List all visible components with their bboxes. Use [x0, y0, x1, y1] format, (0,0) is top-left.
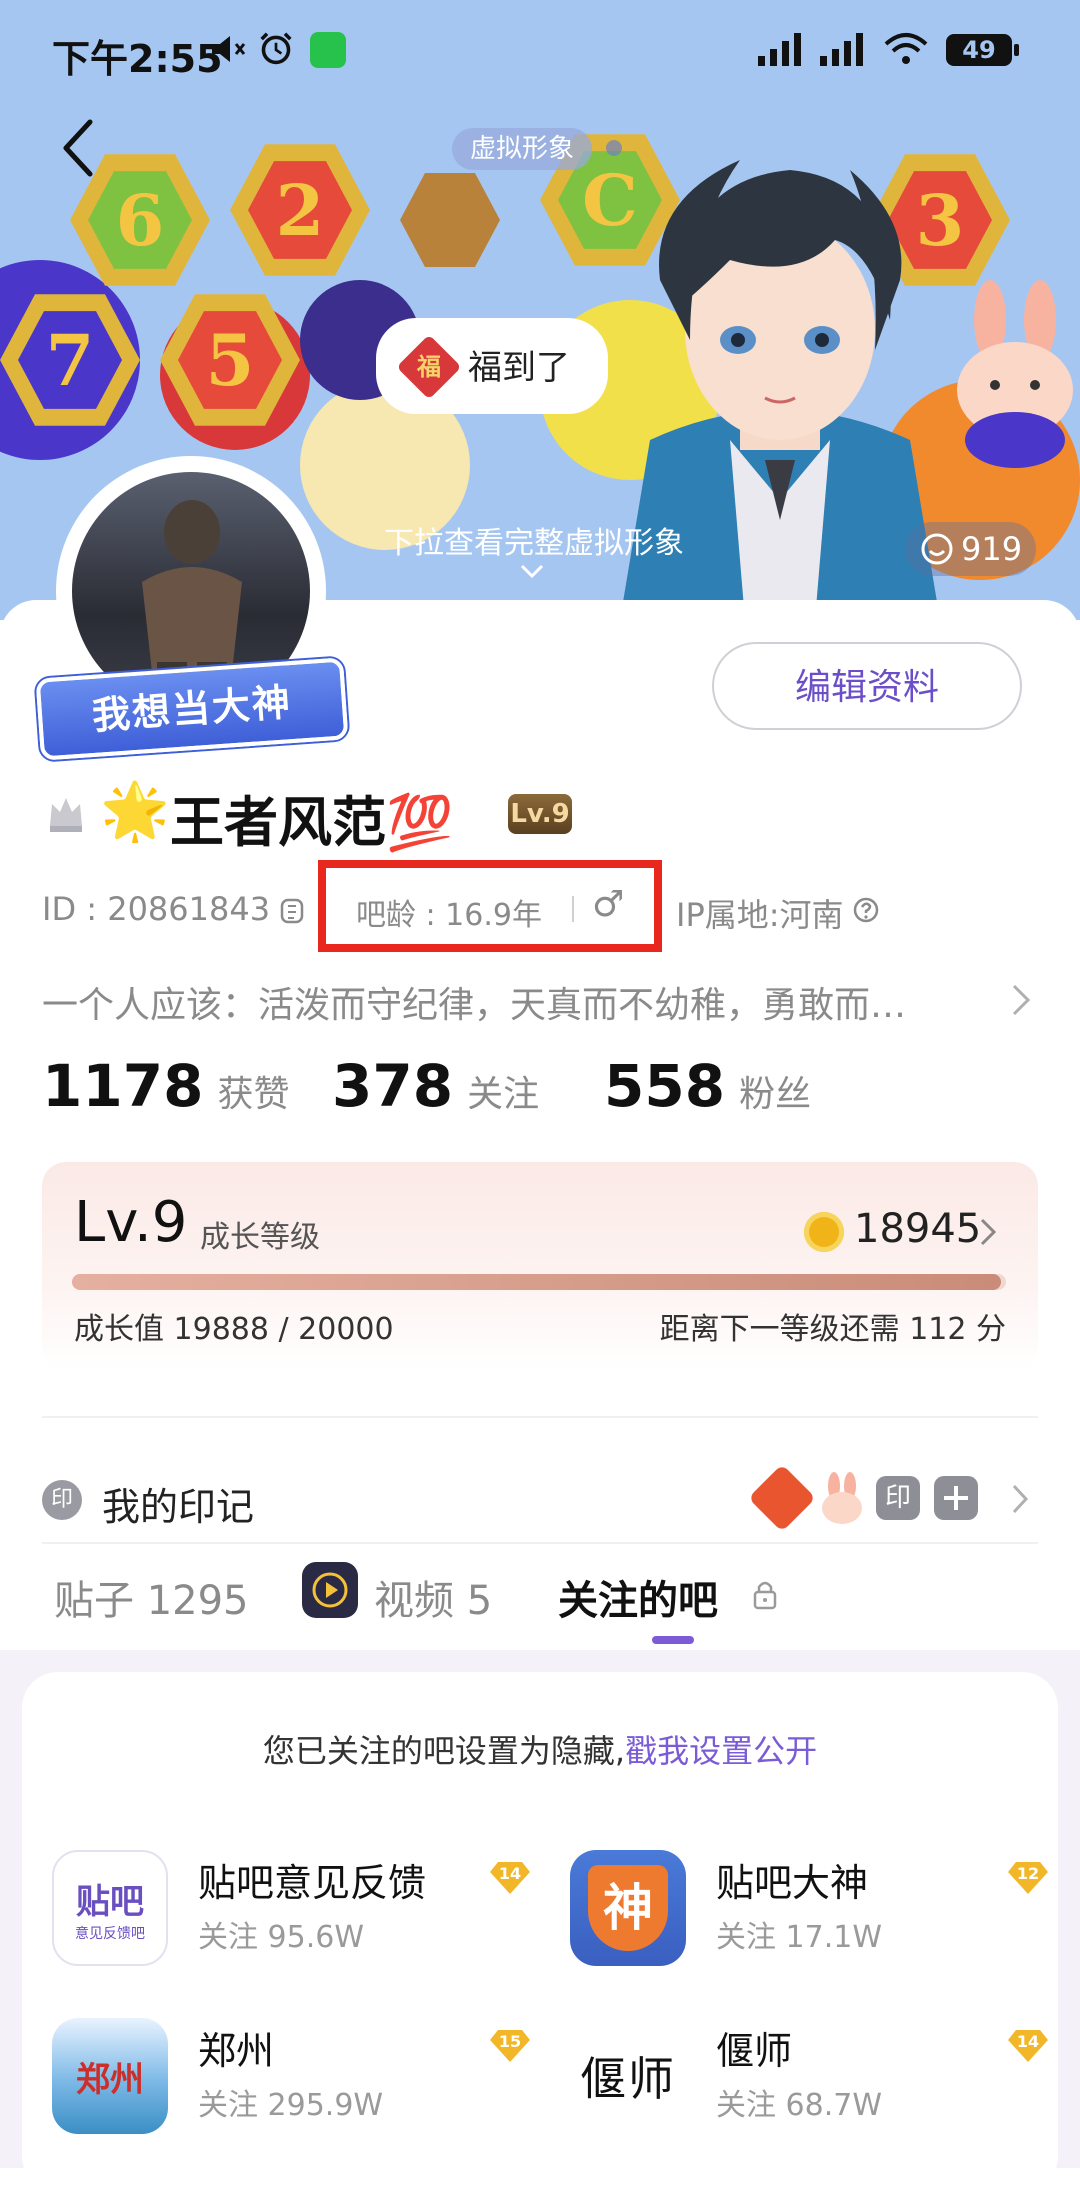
mark-badge-icon [748, 1464, 816, 1532]
bar-level-badge: 12 [1008, 1860, 1048, 1894]
stat-fans[interactable]: 558 粉丝 [604, 1052, 811, 1120]
bar-avatar: 贴吧 意见反馈吧 [52, 1850, 168, 1966]
bar-avatar: 神 [570, 1850, 686, 1966]
followed-bars-panel: 您已关注的吧设置为隐藏,戳我设置公开 贴吧 意见反馈吧 贴吧意见反馈 关注 95… [22, 1672, 1058, 2192]
alarm-icon [260, 32, 292, 65]
greeting-bubble[interactable]: 福 福到了 [376, 318, 608, 414]
edit-profile-button[interactable]: 编辑资料 [712, 642, 1022, 730]
bar-name: 郑州 [198, 2029, 275, 2073]
ip-location: IP属地:河南 [676, 896, 844, 934]
stat-likes[interactable]: 1178 获赞 [42, 1052, 289, 1120]
tab-active-indicator [652, 1636, 694, 1644]
stamp-icon: 印 [876, 1476, 920, 1520]
bar-follow-count: 关注 95.6W [198, 1920, 364, 1955]
wifi-icon [884, 33, 928, 64]
bar-item-zhengzhou[interactable]: 郑州 郑州 关注 295.9W 15 [52, 2018, 552, 2158]
lock-icon [753, 1581, 777, 1610]
level-tag: Lv.9 [508, 794, 572, 834]
mark-icon: 印 [42, 1480, 82, 1520]
bar-item-yanshi[interactable]: 偃师 偃师 关注 68.7W 14 [570, 2018, 1070, 2158]
greeting-text: 福到了 [468, 348, 570, 388]
tab-posts[interactable]: 贴子 1295 [54, 1568, 249, 1626]
bar-avatar: 偃师 [570, 2018, 686, 2134]
add-mark-icon[interactable] [934, 1476, 978, 1520]
tab-videos[interactable]: 视频 5 [374, 1568, 492, 1626]
set-public-link[interactable]: 戳我设置公开 [625, 1732, 817, 1770]
growth-level-card[interactable]: Lv.9 成长等级 18945 成长值 19888 / 20000 距离下一等级… [42, 1162, 1038, 1372]
bar-level-badge: 14 [1008, 2028, 1048, 2062]
chevron-right-icon[interactable] [1010, 982, 1032, 1018]
bar-name: 偃师 [716, 2029, 793, 2073]
like-count: 919 [961, 530, 1023, 568]
like-counter[interactable]: 919 [905, 522, 1037, 576]
bunny-mark-icon [822, 1472, 862, 1524]
user-id: ID : 20861843 [42, 890, 271, 928]
user-name: 王者风范💯 [170, 791, 454, 854]
battery-icon: 49 [946, 34, 1012, 66]
status-time: 下午2:55 [52, 37, 223, 81]
back-arrow-icon[interactable] [58, 118, 98, 178]
divider [42, 1542, 1038, 1544]
level-label: 成长等级 [200, 1220, 320, 1255]
star-emoji: 🌟 [100, 779, 170, 844]
bar-level-badge: 14 [490, 1860, 530, 1894]
badge-icon [400, 173, 500, 267]
growth-progress-fill [72, 1274, 1001, 1290]
my-marks-label: 我的印记 [102, 1485, 255, 1529]
chevron-down-icon [520, 564, 544, 579]
stat-following[interactable]: 378 关注 [332, 1052, 539, 1120]
mute-icon [212, 36, 246, 62]
coin-icon [804, 1212, 844, 1252]
next-level-hint: 距离下一等级还需 112 分 [659, 1312, 1006, 1347]
bar-item-feedback[interactable]: 贴吧 意见反馈吧 贴吧意见反馈 关注 95.6W 14 [52, 1850, 552, 1990]
coin-count: 18945 [854, 1206, 982, 1252]
copy-icon[interactable] [278, 894, 310, 926]
badge-icon: 2 [230, 144, 370, 276]
hidden-notice: 您已关注的吧设置为隐藏,戳我设置公开 [262, 1732, 818, 1770]
bar-follow-count: 关注 17.1W [716, 1920, 882, 1955]
bar-follow-count: 关注 295.9W [198, 2088, 384, 2123]
smile-icon [921, 533, 953, 565]
signal-icon [758, 33, 801, 66]
crown-icon [46, 790, 86, 834]
virtual-avatar-tag: 虚拟形象 [452, 128, 593, 170]
dot-indicator [606, 140, 622, 156]
wechat-icon [310, 32, 346, 68]
divider [42, 1416, 1038, 1418]
growth-value: 成长值 19888 / 20000 [74, 1312, 394, 1347]
chevron-right-icon[interactable] [1010, 1482, 1030, 1516]
bio-text[interactable]: 一个人应该：活泼而守纪律，天真而不幼稚，勇敢而… [42, 976, 906, 1028]
bar-name: 贴吧大神 [716, 1861, 869, 1905]
gender-icon: ♂ [592, 884, 625, 925]
video-icon [302, 1562, 358, 1618]
bar-avatar: 郑州 [52, 2018, 168, 2134]
help-icon[interactable] [852, 896, 880, 924]
bar-name: 贴吧意见反馈 [198, 1861, 427, 1905]
growth-progress-track [72, 1274, 1006, 1290]
bunny-icon [957, 280, 1073, 468]
bar-age: 吧龄 : 16.9年 [356, 898, 542, 933]
chevron-right-icon[interactable] [978, 1216, 998, 1248]
level-value: Lv.9 [74, 1190, 188, 1255]
tab-followed-bars[interactable]: 关注的吧 [558, 1568, 718, 1626]
pull-hint: 下拉查看完整虚拟形象 [384, 526, 684, 561]
signal-icon-2 [820, 33, 863, 66]
bar-follow-count: 关注 68.7W [716, 2088, 882, 2123]
bar-item-dashen[interactable]: 神 贴吧大神 关注 17.1W 12 [570, 1850, 1070, 1990]
bar-level-badge: 15 [490, 2028, 530, 2062]
